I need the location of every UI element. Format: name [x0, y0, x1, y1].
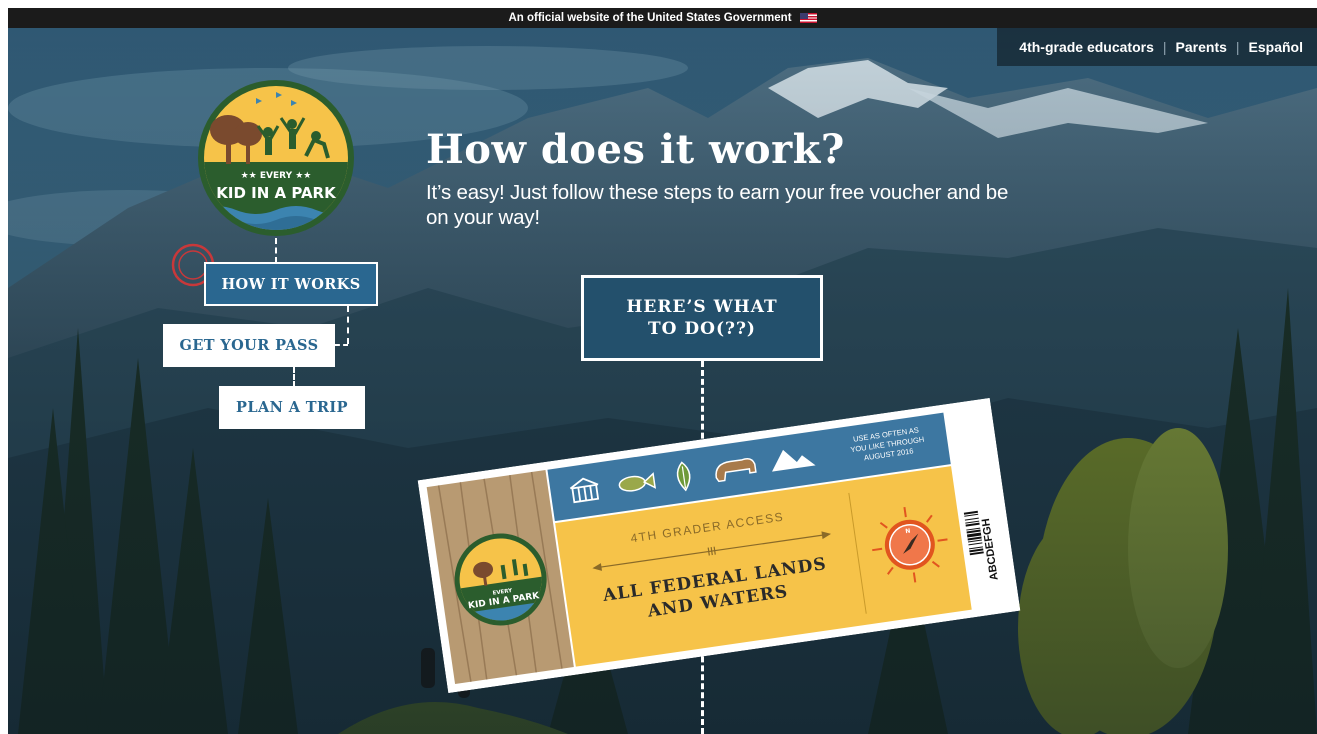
us-flag-icon: [799, 13, 817, 23]
path-connector: [293, 367, 295, 387]
nav-how-it-works[interactable]: HOW IT WORKS: [204, 262, 378, 306]
page-frame: An official website of the United States…: [8, 8, 1317, 734]
path-connector: [275, 238, 277, 263]
nav-get-your-pass[interactable]: GET YOUR PASS: [163, 324, 335, 367]
every-kid-in-a-park-logo[interactable]: ★★ EVERY ★★ KID IN A PARK: [196, 78, 356, 238]
parents-link[interactable]: Parents: [1176, 39, 1227, 55]
top-utility-nav: 4th-grade educators | Parents | Español: [997, 28, 1317, 66]
logo-every-text: ★★ EVERY ★★: [241, 171, 312, 181]
official-gov-banner: An official website of the United States…: [8, 8, 1317, 28]
page-title: How does it work?: [426, 126, 845, 173]
educators-link[interactable]: 4th-grade educators: [1019, 39, 1154, 55]
gov-banner-text: An official website of the United States…: [508, 12, 792, 24]
page-subtitle: It’s easy! Just follow these steps to ea…: [426, 181, 1009, 229]
path-connector: [347, 306, 349, 344]
path-connector: [335, 344, 348, 346]
steps-heading-box: HERE’S WHAT TO DO(??): [581, 275, 823, 361]
logo-kid-in-a-park-text: KID IN A PARK: [216, 184, 337, 202]
steps-heading-line1: HERE’S WHAT: [626, 297, 778, 317]
steps-heading-line2: TO DO(??): [648, 319, 756, 339]
nav-plan-a-trip[interactable]: PLAN A TRIP: [219, 386, 365, 429]
nav-separator: |: [1162, 39, 1167, 55]
nav-separator: |: [1235, 39, 1240, 55]
compass-north-label: N: [905, 528, 911, 536]
espanol-link[interactable]: Español: [1249, 39, 1303, 55]
